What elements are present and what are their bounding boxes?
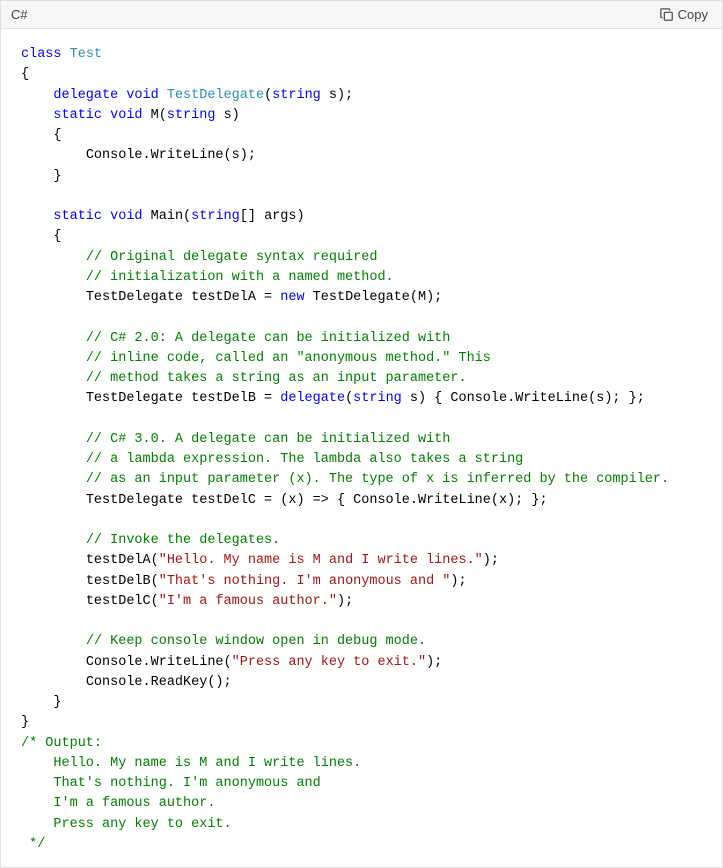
copy-button[interactable]: Copy	[656, 5, 712, 24]
copy-icon	[660, 8, 674, 22]
language-label: C#	[11, 7, 28, 22]
code-body: class Test { delegate void TestDelegate(…	[1, 29, 722, 867]
code-header: C# Copy	[1, 1, 722, 29]
copy-label: Copy	[678, 7, 708, 22]
code-block: C# Copy class Test { delegate void TestD…	[0, 0, 723, 868]
